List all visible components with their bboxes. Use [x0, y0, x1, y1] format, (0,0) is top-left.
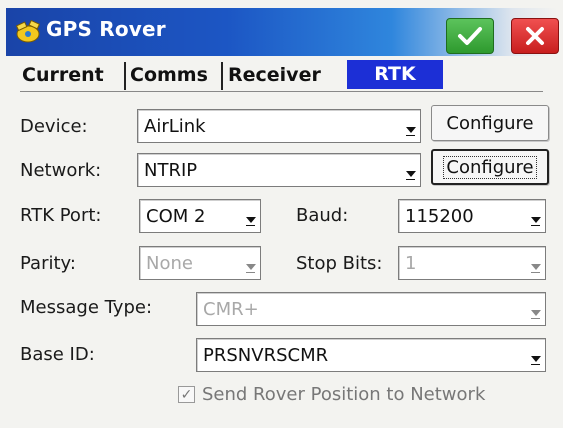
- configure-device-label: Configure: [446, 112, 534, 134]
- baud-label: Baud:: [296, 205, 349, 226]
- chevron-down-icon[interactable]: [242, 200, 260, 232]
- network-value: NTRIP: [144, 159, 198, 181]
- device-label: Device:: [20, 116, 88, 137]
- chevron-down-icon: [527, 247, 545, 279]
- base-id-value: PRSNVRSCMR: [203, 344, 329, 366]
- send-position-label: Send Rover Position to Network: [202, 384, 486, 405]
- tab-underline: [20, 91, 543, 92]
- send-position-checkbox: ✓: [178, 386, 195, 403]
- baud-value: 115200: [405, 205, 474, 227]
- close-button[interactable]: [511, 18, 559, 54]
- chevron-down-icon: [527, 293, 545, 325]
- chevron-down-icon: [242, 247, 260, 279]
- tab-divider: [221, 62, 223, 90]
- tab-receiver[interactable]: Receiver: [228, 64, 321, 86]
- chevron-down-icon[interactable]: [402, 110, 420, 142]
- configure-network-label: Configure: [443, 155, 537, 179]
- tab-comms[interactable]: Comms: [130, 64, 208, 86]
- chevron-down-icon[interactable]: [527, 339, 545, 371]
- device-select[interactable]: AirLink: [137, 109, 421, 143]
- tab-current[interactable]: Current: [22, 64, 104, 86]
- title-bar: GPS Rover: [6, 8, 559, 56]
- network-select[interactable]: NTRIP: [137, 153, 421, 187]
- configure-network-button[interactable]: Configure: [431, 149, 549, 185]
- tab-rtk[interactable]: RTK: [347, 60, 443, 89]
- rtk-port-select[interactable]: COM 2: [139, 199, 261, 233]
- tab-divider: [124, 62, 126, 90]
- close-icon: [526, 27, 544, 45]
- chevron-down-icon[interactable]: [527, 200, 545, 232]
- message-type-value: CMR+: [203, 298, 259, 320]
- rtk-port-value: COM 2: [146, 205, 206, 227]
- network-label: Network:: [20, 160, 102, 181]
- base-id-label: Base ID:: [20, 344, 95, 365]
- base-id-select[interactable]: PRSNVRSCMR: [196, 338, 546, 372]
- satellite-icon: [15, 19, 41, 43]
- message-type-select: CMR+: [196, 292, 546, 326]
- device-value: AirLink: [144, 115, 206, 137]
- stop-bits-select: 1: [398, 246, 546, 280]
- parity-select: None: [139, 246, 261, 280]
- parity-label: Parity:: [20, 253, 76, 274]
- chevron-down-icon[interactable]: [402, 154, 420, 186]
- rtk-port-label: RTK Port:: [20, 205, 102, 226]
- checkmark-icon: [458, 27, 482, 45]
- configure-device-button[interactable]: Configure: [431, 105, 549, 141]
- stop-bits-value: 1: [405, 252, 417, 274]
- message-type-label: Message Type:: [20, 297, 153, 318]
- parity-value: None: [146, 252, 193, 274]
- window-title: GPS Rover: [46, 17, 166, 41]
- stop-bits-label: Stop Bits:: [296, 253, 383, 274]
- baud-select[interactable]: 115200: [398, 199, 546, 233]
- ok-button[interactable]: [446, 18, 494, 54]
